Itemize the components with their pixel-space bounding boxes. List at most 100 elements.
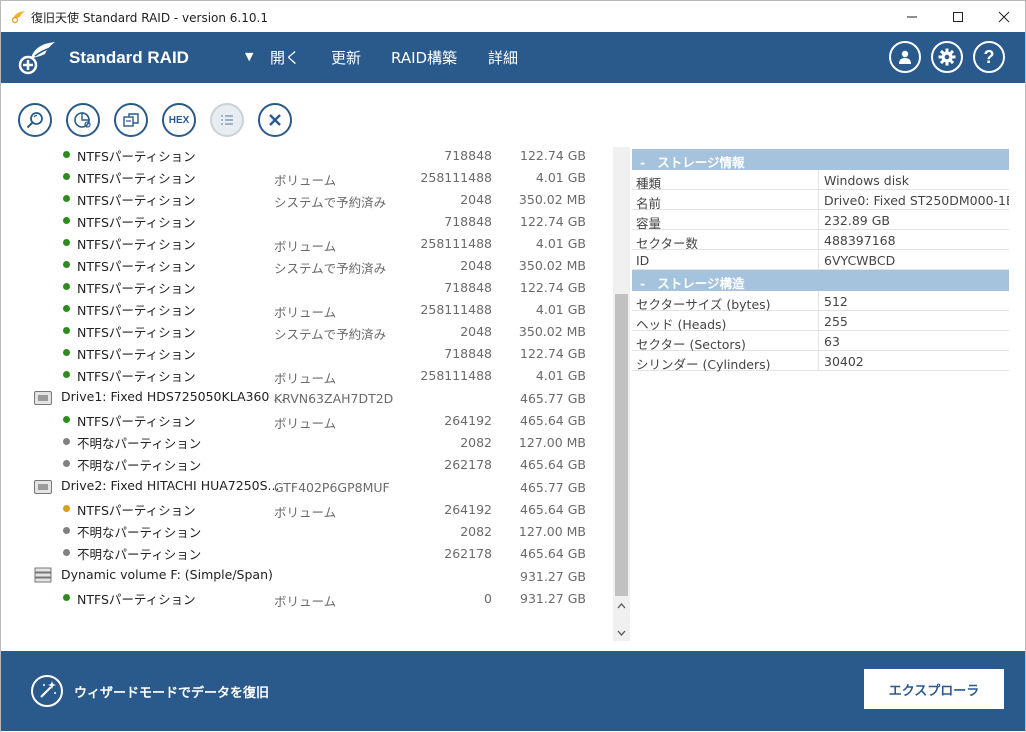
start-sector: 2048 — [460, 258, 492, 273]
property-value: 255 — [824, 314, 848, 329]
partition-name: NTFSパーティション — [77, 171, 196, 186]
status-dot-icon — [63, 505, 70, 512]
menu-open[interactable]: 開く — [270, 47, 300, 68]
start-sector: 718848 — [444, 280, 492, 295]
column-divider — [818, 331, 819, 351]
status-dot-icon — [63, 195, 70, 202]
volume-row[interactable]: Dynamic volume F: (Simple/Span) 931.27 GB — [1, 564, 613, 586]
start-sector: 258111488 — [420, 368, 492, 383]
menu-refresh[interactable]: 更新 — [331, 47, 361, 68]
column-divider — [818, 351, 819, 371]
explorer-button[interactable]: エクスプローラ — [862, 667, 1006, 711]
property-row: 名前 Drive0: Fixed ST250DM000-1BD — [632, 190, 1009, 211]
partition-row[interactable]: NTFSパーティション システムで予約済み 2048 350.02 MB — [1, 187, 613, 210]
size-value: 465.64 GB — [520, 546, 586, 561]
partition-row[interactable]: NTFSパーティション システムで予約済み 2048 350.02 MB — [1, 253, 613, 276]
partition-row[interactable]: NTFSパーティション ボリューム 258111488 4.01 GB — [1, 297, 613, 320]
property-row: ヘッド (Heads) 255 — [632, 311, 1009, 332]
user-icon — [899, 50, 911, 64]
size-value: 122.74 GB — [520, 280, 586, 295]
partition-row[interactable]: NTFSパーティション ボリューム 264192 465.64 GB — [1, 408, 613, 431]
analyze-button[interactable] — [66, 103, 100, 137]
partition-row[interactable]: NTFSパーティション ボリューム 258111488 4.01 GB — [1, 165, 613, 188]
hex-button[interactable]: HEX — [162, 103, 196, 137]
image-copy-button[interactable] — [114, 103, 148, 137]
property-value: 488397168 — [824, 233, 896, 248]
gear-icon — [938, 48, 956, 66]
wizard-mode-link[interactable]: ウィザードモードでデータを復旧 — [74, 682, 269, 701]
status-dot-icon — [63, 460, 70, 467]
partition-row[interactable]: NTFSパーティション ボリューム 0 931.27 GB — [1, 586, 613, 609]
partition-row[interactable]: NTFSパーティション 718848 122.74 GB — [1, 209, 613, 231]
collapse-icon[interactable]: - — [640, 276, 645, 291]
size-value: 350.02 MB — [518, 324, 586, 339]
partition-row[interactable]: NTFSパーティション 718848 122.74 GB — [1, 341, 613, 363]
start-sector: 264192 — [444, 502, 492, 517]
size-value: 122.74 GB — [520, 148, 586, 163]
partition-name: NTFSパーティション — [77, 149, 196, 164]
size-value: 4.01 GB — [535, 368, 586, 383]
partition-name: 不明なパーティション — [77, 458, 202, 473]
size-value: 465.64 GB — [520, 502, 586, 517]
status-dot-icon — [63, 438, 70, 445]
footer-bar: ウィザードモードでデータを復旧 エクスプローラ — [1, 651, 1025, 731]
scroll-down-arrow-icon[interactable] — [613, 624, 630, 641]
partition-row[interactable]: NTFSパーティション ボリューム 258111488 4.01 GB — [1, 231, 613, 254]
start-sector: 2082 — [460, 435, 492, 450]
close-button[interactable] — [258, 103, 292, 137]
brand-name: Standard RAID — [69, 48, 189, 67]
menu-dropdown-icon[interactable]: ▼ — [245, 50, 253, 63]
property-value: 512 — [824, 294, 848, 309]
partition-row[interactable]: 不明なパーティション 2082 127.00 MB — [1, 430, 613, 452]
collapse-icon[interactable]: - — [640, 155, 645, 170]
start-sector: 2048 — [460, 192, 492, 207]
partition-row[interactable]: NTFSパーティション ボリューム 264192 465.64 GB — [1, 497, 613, 520]
list-view-button[interactable] — [210, 103, 244, 137]
file-copy-icon — [123, 113, 139, 127]
partition-row[interactable]: 不明なパーティション 262178 465.64 GB — [1, 452, 613, 474]
drive-serial: KRVN63ZAH7DT2D — [274, 391, 394, 406]
wizard-button[interactable] — [31, 675, 63, 707]
partition-name: NTFSパーティション — [77, 259, 196, 274]
partition-row[interactable]: NTFSパーティション 718848 122.74 GB — [1, 275, 613, 297]
drive-row[interactable]: Drive1: Fixed HDS725050KLA360 ... KRVN63Z… — [1, 386, 613, 408]
tree-scrollbar[interactable] — [613, 147, 630, 641]
scroll-up-arrow-icon[interactable] — [613, 597, 630, 614]
section-header[interactable]: - ストレージ構造 — [632, 270, 1009, 291]
status-dot-icon — [63, 151, 70, 158]
title-bar[interactable]: 復旧天使 Standard RAID - version 6.10.1 — [0, 0, 1026, 32]
hard-drive-icon — [34, 391, 52, 405]
status-dot-icon — [63, 283, 70, 290]
search-button[interactable] — [18, 103, 52, 137]
scroll-thumb[interactable] — [615, 294, 628, 596]
start-sector: 2082 — [460, 524, 492, 539]
menu-raid-build[interactable]: RAID構築 — [391, 47, 457, 68]
size-value: 127.00 MB — [518, 524, 586, 539]
drive-row[interactable]: Drive2: Fixed HITACHI HUA7250S... GTF402P… — [1, 475, 613, 497]
maximize-button[interactable] — [935, 1, 981, 32]
close-window-icon — [998, 11, 1010, 22]
help-icon: ? — [983, 46, 995, 67]
user-button[interactable] — [889, 41, 921, 73]
start-sector: 258111488 — [420, 302, 492, 317]
partition-name: NTFSパーティション — [77, 237, 196, 252]
partition-row[interactable]: NTFSパーティション システムで予約済み 2048 350.02 MB — [1, 319, 613, 342]
magic-wand-icon — [40, 681, 56, 698]
section-header[interactable]: - ストレージ情報 — [632, 149, 1009, 170]
partition-row[interactable]: 不明なパーティション 262178 465.64 GB — [1, 541, 613, 563]
property-value: 6VYCWBCD — [824, 253, 896, 268]
menu-details[interactable]: 詳細 — [488, 47, 518, 68]
app-icon — [11, 11, 25, 23]
partition-name: NTFSパーティション — [77, 347, 196, 362]
start-sector: 258111488 — [420, 170, 492, 185]
partition-row[interactable]: NTFSパーティション ボリューム 258111488 4.01 GB — [1, 363, 613, 386]
settings-button[interactable] — [931, 41, 963, 73]
partition-row[interactable]: 不明なパーティション 2082 127.00 MB — [1, 519, 613, 541]
partition-row[interactable]: NTFSパーティション 718848 122.74 GB — [1, 147, 613, 165]
help-button[interactable]: ? — [973, 41, 1005, 73]
column-divider — [818, 291, 819, 311]
drive-tree[interactable]: NTFSパーティション 718848 122.74 GB NTFSパーティション ボリュ… — [1, 147, 613, 647]
minimize-button[interactable] — [889, 1, 935, 32]
close-window-button[interactable] — [981, 1, 1026, 32]
drive-name: Dynamic volume F: (Simple/Span) — [61, 567, 273, 582]
